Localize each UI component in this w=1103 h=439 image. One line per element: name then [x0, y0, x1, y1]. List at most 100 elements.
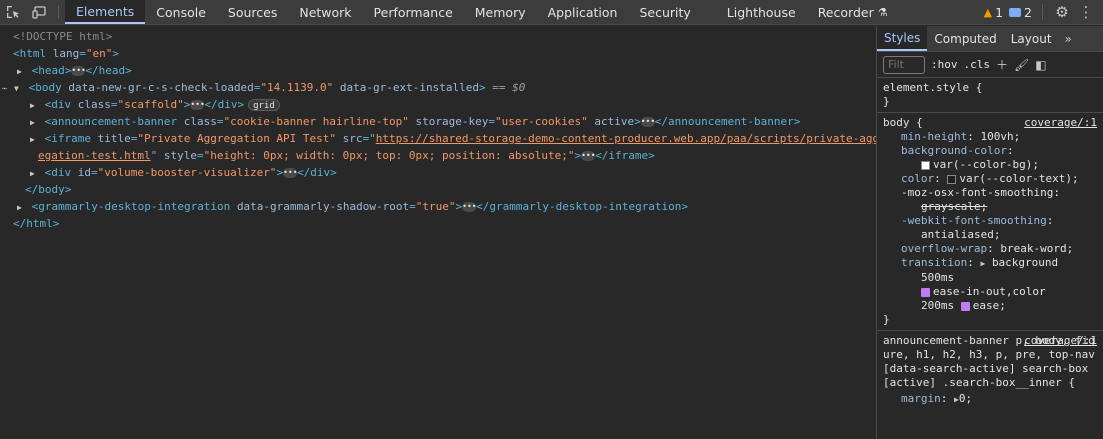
class-attr: class	[77, 98, 111, 111]
expand-triangle-icon[interactable]: ▶	[980, 259, 985, 268]
collapsed-ellipsis-icon[interactable]: •••	[190, 100, 205, 110]
tab-performance[interactable]: Performance	[363, 0, 464, 24]
close-brace: }	[883, 95, 890, 108]
html-open-tag: <html	[13, 47, 47, 60]
src-link-part-1[interactable]: https://shared-storage-demo-content-prod…	[376, 132, 886, 145]
tree-line-volume-booster[interactable]: ▶ <div id="volume-booster-visualizer">••…	[0, 164, 876, 181]
grammarly-close-tag: </grammarly-desktop-integration>	[476, 200, 689, 213]
grid-badge[interactable]: grid	[248, 99, 280, 111]
html-close-tag: </html>	[13, 217, 60, 230]
collapsed-ellipsis-icon[interactable]: •••	[71, 66, 86, 76]
prop-color[interactable]: color: var(--color-text);	[883, 172, 1097, 186]
tree-line-head[interactable]: ▶ <head>•••</head>	[0, 62, 876, 79]
prop-value: 500ms	[921, 271, 955, 284]
tag-end: >	[479, 81, 486, 94]
prop-background-color[interactable]: background-color:	[883, 144, 1097, 158]
prop-background-color-value[interactable]: var(--color-bg);	[883, 158, 1097, 172]
expand-triangle-icon[interactable]: ▶	[17, 199, 25, 216]
tab-sources[interactable]: Sources	[217, 0, 288, 24]
tab-memory[interactable]: Memory	[464, 0, 537, 24]
hov-toggle[interactable]: :hov	[931, 58, 958, 71]
quote-mark: "	[369, 132, 376, 145]
tab-lighthouse[interactable]: Lighthouse	[716, 0, 807, 24]
color-swatch-icon[interactable]	[947, 174, 957, 184]
collapsed-ellipsis-icon[interactable]: •••	[581, 151, 596, 161]
prop-min-height[interactable]: min-height: 100vh;	[883, 130, 1097, 144]
tree-line-html-close[interactable]: </html>	[0, 215, 876, 232]
tab-recorder[interactable]: Recorder ⚗	[807, 0, 899, 24]
tag-end: >	[455, 200, 463, 213]
toolbar-separator	[58, 5, 59, 19]
styles-panel: Styles Computed Layout » :hov .cls ＋ 🖌 ◧…	[876, 26, 1103, 439]
tree-line-announcement-banner[interactable]: ▶ <announcement-banner class = "cookie-ban…	[0, 113, 876, 130]
messages-badge[interactable]: 2	[1009, 5, 1032, 20]
device-toolbar-icon[interactable]	[26, 0, 52, 24]
new-style-rule-icon[interactable]: ＋	[996, 56, 1008, 73]
tab-computed[interactable]: Computed	[927, 26, 1003, 51]
prop-name: -moz-osx-font-smoothing	[901, 186, 1054, 199]
tab-elements[interactable]: Elements	[65, 0, 146, 24]
expand-triangle-icon[interactable]: ▶	[30, 131, 38, 148]
tab-layout[interactable]: Layout	[1004, 26, 1059, 51]
rule-body[interactable]: body { coverage/:1 min-height: 100vh; ba…	[877, 113, 1103, 331]
color-swatch-icon[interactable]	[921, 160, 930, 170]
tab-console[interactable]: Console	[145, 0, 217, 24]
prop-webkit-font-smoothing-value[interactable]: antialiased;	[883, 228, 1097, 242]
collapsed-ellipsis-icon[interactable]: •••	[462, 202, 477, 212]
easing-curve-icon[interactable]	[960, 301, 970, 311]
div-open-tag: <div	[44, 98, 72, 111]
expand-triangle-icon[interactable]: ▶	[30, 97, 38, 114]
collapsed-ellipsis-icon[interactable]: •••	[640, 117, 655, 127]
id-value: "volume-booster-visualizer"	[97, 166, 277, 179]
prop-webkit-font-smoothing[interactable]: -webkit-font-smoothing:	[883, 214, 1097, 228]
rule-announcement-banner[interactable]: coverage/:1 announcement-banner p, body,…	[877, 331, 1103, 410]
expand-triangle-icon[interactable]: ▶	[17, 63, 25, 80]
inspect-element-icon[interactable]	[0, 0, 26, 24]
prop-transition[interactable]: transition: ▶ background	[883, 256, 1097, 271]
prop-value: ease;	[972, 299, 1006, 312]
prop-moz-font-smoothing-value[interactable]: grayscale;	[883, 200, 1097, 214]
row-menu-dots-icon[interactable]: ⋯	[2, 80, 14, 97]
tree-line-body-close[interactable]: </body>	[0, 181, 876, 198]
body-attr-installed: data-gr-ext-installed	[339, 81, 479, 94]
styles-tabs: Styles Computed Layout »	[877, 26, 1103, 52]
styles-filter-input[interactable]	[883, 55, 925, 74]
warnings-badge[interactable]: ▲ 1	[984, 5, 1003, 20]
prop-overflow-wrap[interactable]: overflow-wrap: break-word;	[883, 242, 1097, 256]
messages-count: 2	[1024, 4, 1032, 20]
tab-network[interactable]: Network	[288, 0, 362, 24]
tree-line-doctype[interactable]: <!DOCTYPE html>	[0, 28, 876, 45]
toggle-sidebar-icon[interactable]: ◧	[1035, 58, 1046, 72]
src-link-part-2[interactable]: egation-test.html	[38, 149, 151, 162]
storage-key-value: "user-cookies"	[495, 115, 588, 128]
easing-curve-icon[interactable]	[921, 287, 930, 297]
prop-transition-cont: 500ms	[883, 271, 1097, 285]
tab-styles[interactable]: Styles	[877, 26, 928, 51]
body-attr-loaded-value: "14.1139.0"	[260, 81, 334, 94]
collapsed-ellipsis-icon[interactable]: •••	[283, 168, 298, 178]
cls-toggle[interactable]: .cls	[964, 58, 991, 71]
src-attr: src	[342, 132, 363, 145]
coverage-link[interactable]: coverage/:1	[1024, 116, 1097, 130]
more-options-icon[interactable]: ⋮	[1077, 3, 1095, 21]
tree-line-iframe[interactable]: ▶ <iframe title="Private Aggregation API…	[0, 130, 886, 148]
expand-triangle-icon[interactable]: ▶	[30, 114, 38, 131]
collapse-triangle-icon[interactable]: ▼	[14, 80, 22, 97]
more-tabs-chevron-icon[interactable]: »	[1059, 26, 1078, 51]
tree-line-scaffold[interactable]: ▶ <div class="scaffold">•••</div> grid	[0, 96, 876, 113]
tree-line-html[interactable]: <html lang="en">	[0, 45, 876, 62]
paint-brush-icon[interactable]: 🖌	[1014, 58, 1029, 72]
expand-triangle-icon[interactable]: ▶	[30, 165, 38, 182]
tab-application[interactable]: Application	[537, 0, 629, 24]
tab-security[interactable]: Security	[628, 0, 701, 24]
prop-moz-font-smoothing[interactable]: -moz-osx-font-smoothing:	[883, 186, 1097, 200]
settings-gear-icon[interactable]: ⚙	[1053, 3, 1071, 21]
prop-margin[interactable]: margin: ▶0;	[883, 392, 1097, 407]
tag-end: >	[112, 47, 119, 60]
tree-line-body[interactable]: ⋯ ▼ <body data-new-gr-c-s-check-loaded="1…	[0, 79, 876, 96]
body-attr-loaded: data-new-gr-c-s-check-loaded	[68, 81, 254, 94]
tree-line-iframe-cont[interactable]: egation-test.html" style="height: 0px; w…	[0, 147, 876, 164]
tree-line-grammarly[interactable]: ▶ <grammarly-desktop-integration data-gr…	[0, 198, 876, 215]
tag-end: >	[634, 115, 641, 128]
rule-element-style[interactable]: element.style { }	[877, 78, 1103, 113]
